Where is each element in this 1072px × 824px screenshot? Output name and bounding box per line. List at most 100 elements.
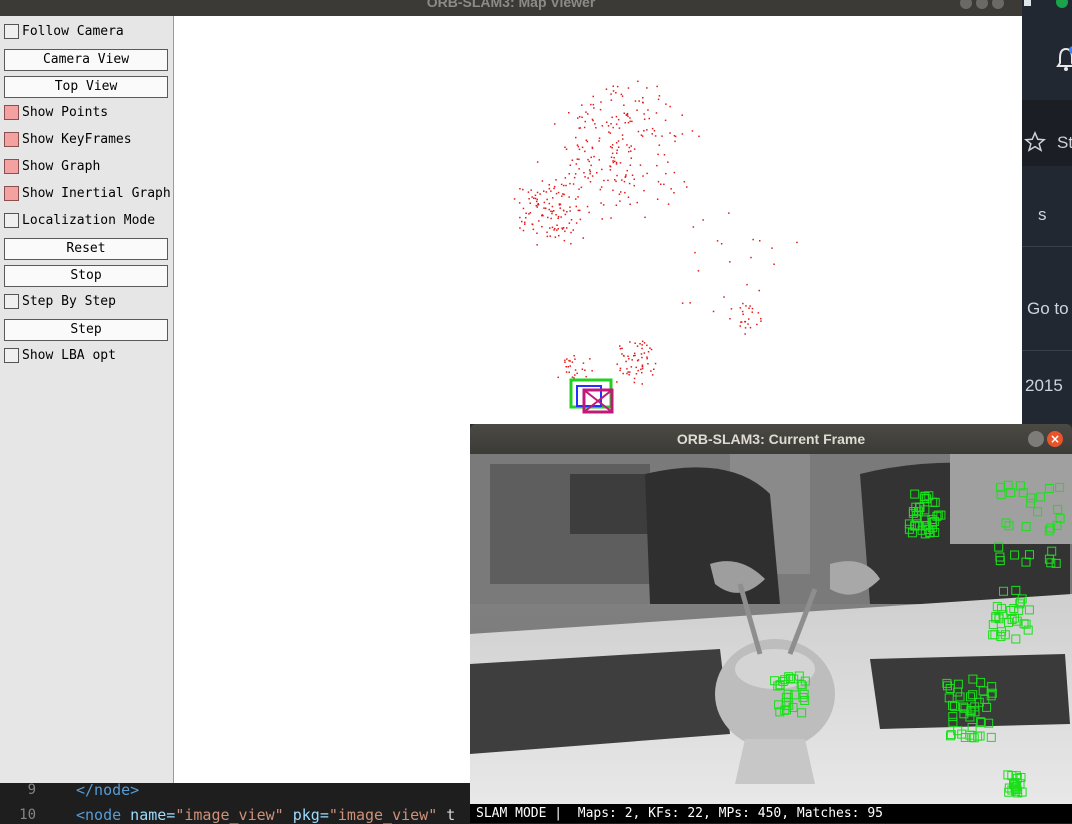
map-point [641, 347, 643, 350]
map-point [639, 343, 641, 345]
map-point [628, 358, 630, 360]
map-point [577, 145, 580, 148]
close-icon[interactable]: × [1047, 431, 1063, 447]
map-point [618, 127, 621, 129]
stop-button[interactable]: Stop [4, 265, 168, 287]
map-point [621, 95, 624, 97]
map-point [590, 164, 592, 167]
map-point [599, 188, 602, 191]
star-icon[interactable] [1024, 131, 1046, 153]
map-point [598, 159, 600, 161]
reset-button[interactable]: Reset [4, 238, 168, 260]
minimize-icon[interactable] [960, 0, 972, 9]
map-point [621, 347, 623, 350]
map-point [581, 104, 583, 106]
map-point [610, 99, 613, 101]
map-point [636, 201, 638, 204]
map-point [621, 179, 623, 181]
map-point [615, 161, 618, 164]
map-point [536, 244, 538, 246]
map-point [689, 302, 691, 304]
background-code-editor: 9 </node> 10 <node name="image_view" pkg… [0, 781, 470, 824]
checkbox-box[interactable] [4, 348, 19, 363]
map-point [575, 205, 577, 208]
map-point [559, 207, 561, 209]
current-frame-titlebar[interactable]: ORB-SLAM3: Current Frame × [470, 424, 1072, 454]
top-view-button[interactable]: Top View [4, 76, 168, 98]
map-point [575, 136, 577, 139]
map-point [615, 92, 617, 94]
map-point [568, 112, 570, 114]
notification-bell-icon[interactable] [1056, 46, 1072, 72]
map-point [631, 174, 634, 176]
map-point [739, 325, 741, 327]
map-point [522, 229, 525, 232]
checkbox-box[interactable] [4, 24, 19, 39]
map-point [615, 142, 618, 144]
map-point [619, 162, 622, 164]
map-point [566, 211, 568, 213]
map-point [729, 261, 731, 263]
map-point [554, 227, 556, 230]
map-point [621, 134, 624, 136]
map-point [630, 157, 632, 159]
bg-go-to-button[interactable]: Go to [1027, 299, 1069, 319]
map-point [548, 202, 551, 205]
map-point [598, 137, 601, 139]
checkbox-box[interactable] [4, 132, 19, 147]
map-point [637, 369, 639, 372]
map-point [573, 355, 575, 357]
map-point [629, 341, 631, 343]
map-point [547, 216, 549, 219]
map-point [566, 358, 568, 360]
map-point [698, 135, 700, 138]
minimize-icon[interactable] [1028, 431, 1044, 447]
map-point [542, 214, 544, 217]
checkbox-box[interactable] [4, 105, 19, 120]
map-point [535, 204, 537, 207]
map-point [567, 366, 569, 368]
checkbox-box[interactable] [4, 213, 19, 228]
close-icon[interactable] [992, 0, 1004, 9]
checkbox-label: Localization Mode [22, 213, 156, 228]
step-button[interactable]: Step [4, 319, 168, 341]
checkbox-box[interactable] [4, 294, 19, 309]
map-point [593, 155, 595, 158]
map-point [578, 127, 580, 129]
map-point [538, 220, 540, 222]
map-point [519, 216, 521, 219]
map-point [616, 174, 618, 177]
checkbox-box[interactable] [4, 186, 19, 201]
map-point [619, 348, 622, 350]
checkbox-box[interactable] [4, 159, 19, 174]
map-point [622, 138, 624, 140]
map-point [574, 369, 577, 371]
map-point [621, 353, 623, 355]
map-point [646, 172, 648, 175]
map-point [536, 206, 538, 208]
map-point [667, 203, 670, 205]
map-point [601, 218, 603, 220]
map-point [519, 188, 521, 190]
maximize-icon[interactable] [976, 0, 988, 9]
map-point [635, 366, 637, 369]
map-point [663, 183, 665, 186]
map-point [617, 140, 620, 142]
map-point [646, 356, 648, 358]
map-point [756, 323, 758, 326]
map-point [525, 212, 527, 214]
map-point [612, 126, 614, 129]
map-point [592, 95, 594, 98]
map-point [581, 116, 583, 118]
map-point [612, 160, 614, 162]
map-point [629, 164, 632, 166]
map-point [620, 93, 623, 96]
camera-view-button[interactable]: Camera View [4, 49, 168, 71]
map-point [557, 217, 559, 220]
map-point [549, 227, 551, 229]
map-point [634, 354, 636, 357]
map-point [740, 321, 743, 323]
map-point [796, 241, 798, 244]
map-point [664, 119, 667, 122]
map-viewer-titlebar[interactable]: ORB-SLAM3: Map Viewer [0, 0, 1022, 16]
